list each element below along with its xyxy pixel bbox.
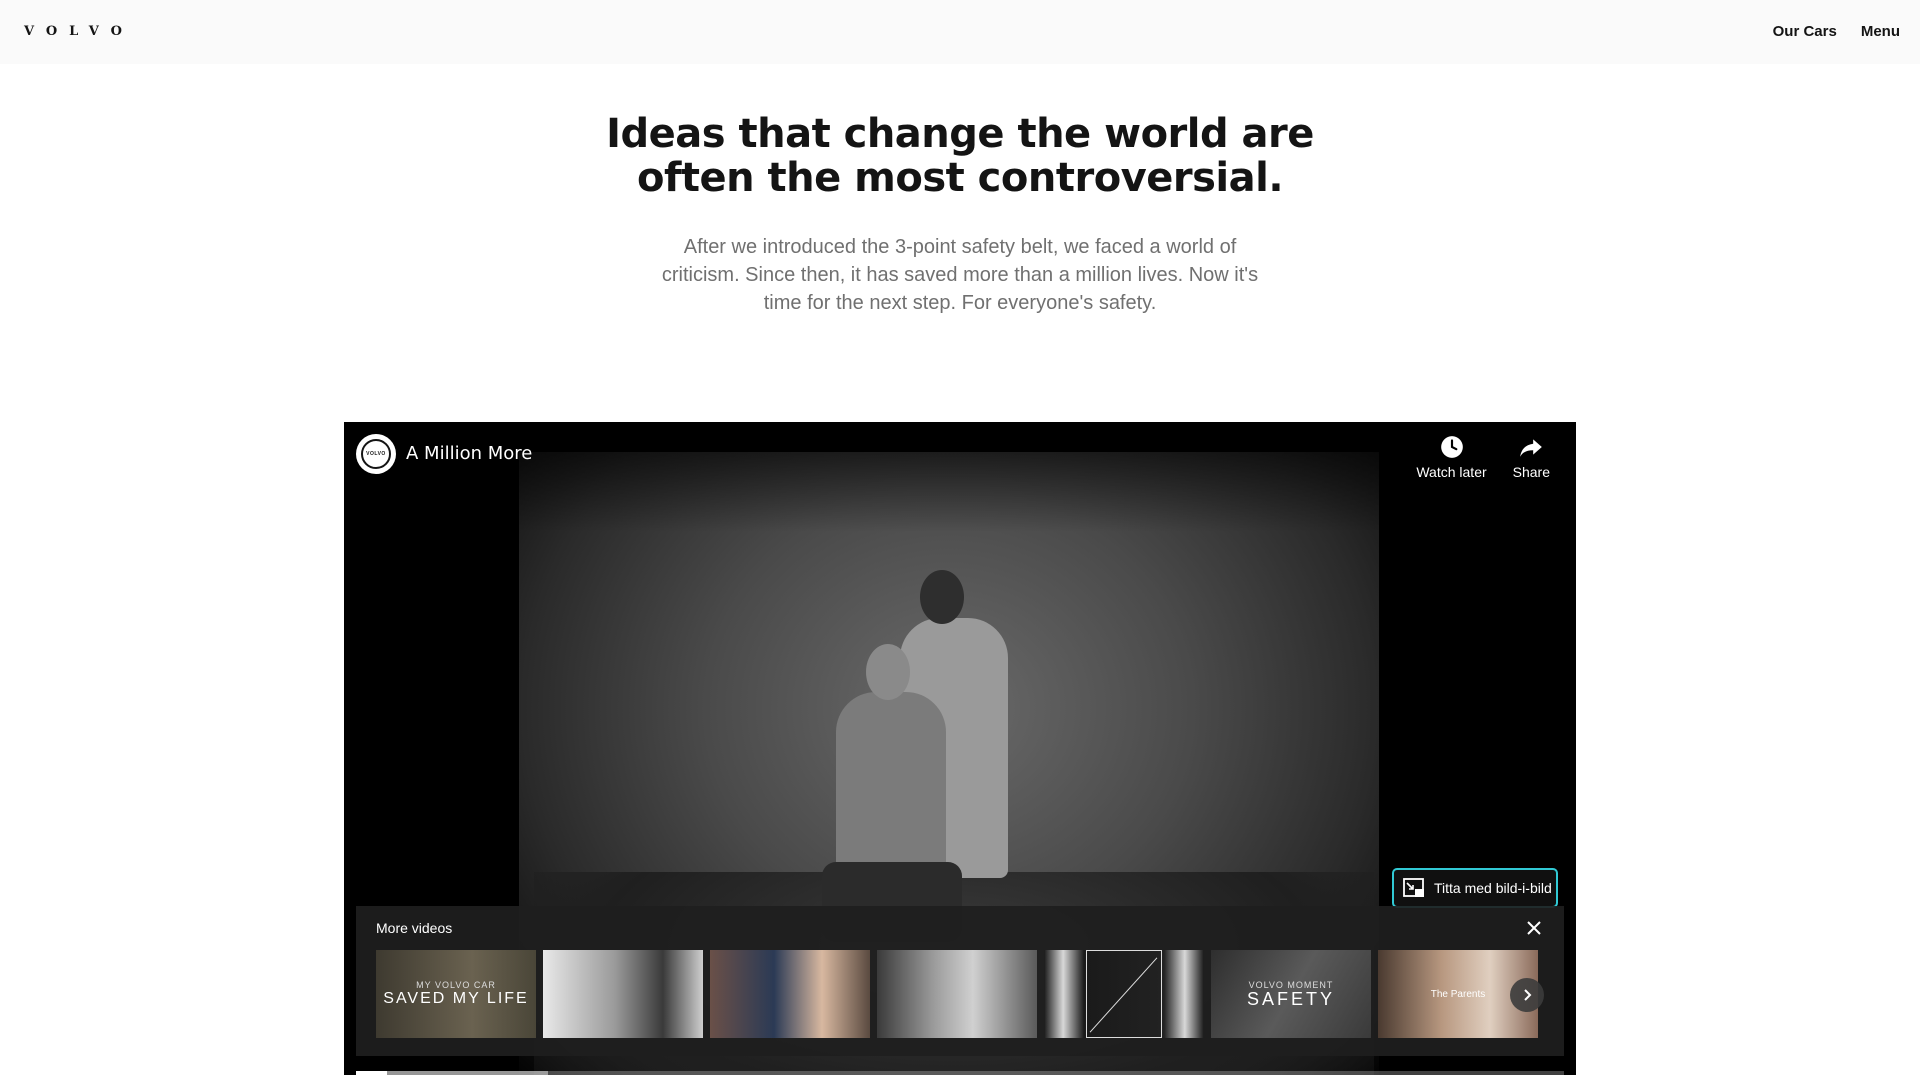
picture-in-picture-icon	[1403, 878, 1424, 897]
chevron-right-icon	[1524, 989, 1532, 1001]
thumbnail-graphic	[1086, 950, 1162, 1038]
video-thumbnail[interactable]	[877, 950, 1037, 1038]
hero-body-line-2: criticism. Since then, it has saved more…	[661, 264, 1259, 286]
watch-later-button[interactable]: Watch later	[1416, 434, 1487, 480]
more-videos-label: More videos	[376, 920, 453, 936]
hero-body: After we introduced the 3-point safety b…	[640, 233, 1280, 317]
video-title[interactable]: A Million More	[406, 443, 532, 464]
share-label: Share	[1512, 464, 1550, 480]
progress-played	[356, 1071, 388, 1075]
hero-body-line-3: time for the next step. For everyone's s…	[763, 292, 1157, 314]
more-videos-panel: More videos MY VOLVO CAR SAVED MY LIFE V…	[356, 906, 1564, 1056]
channel-avatar[interactable]: VOLVO	[356, 434, 396, 474]
hero-body-line-1: After we introduced the 3-point safety b…	[683, 236, 1237, 258]
video-person-seated-head	[866, 644, 910, 700]
video-thumbnail[interactable]: MY VOLVO CAR SAVED MY LIFE	[376, 950, 536, 1038]
video-person-standing-head	[920, 570, 964, 624]
video-thumbnail[interactable]: VOLVO MOMENT SAFETY	[1211, 950, 1371, 1038]
thumbnail-kicker: MY VOLVO CAR	[416, 980, 496, 990]
pip-label: Titta med bild-i-bild	[1434, 880, 1552, 896]
thumbnail-title: SAVED MY LIFE	[383, 990, 529, 1007]
site-header: VOLVO Our Cars Menu	[0, 0, 1920, 64]
more-videos-next-button[interactable]	[1510, 978, 1544, 1012]
video-thumbnail[interactable]	[710, 950, 870, 1038]
hero-title-line-1: Ideas that change the world are	[606, 111, 1314, 157]
volvo-logo[interactable]: VOLVO	[24, 24, 134, 39]
share-arrow-icon	[1520, 439, 1543, 457]
progress-bar[interactable]	[356, 1071, 1564, 1075]
nav-menu[interactable]: Menu	[1861, 23, 1900, 40]
hero-title: Ideas that change the world are often th…	[560, 112, 1360, 200]
nav-our-cars[interactable]: Our Cars	[1773, 23, 1837, 40]
channel-logo: VOLVO	[361, 439, 391, 469]
clock-icon	[1440, 436, 1463, 458]
video-player[interactable]: VOLVO A Million More Watch later Share T…	[344, 422, 1576, 1075]
player-top-actions: Watch later Share	[1416, 434, 1550, 480]
more-videos-list: MY VOLVO CAR SAVED MY LIFE VOLVO MOMENT …	[376, 950, 1538, 1038]
close-icon[interactable]	[1524, 918, 1544, 938]
picture-in-picture-button[interactable]: Titta med bild-i-bild	[1392, 868, 1558, 908]
share-button[interactable]: Share	[1513, 434, 1550, 480]
thumbnail-title: The Parents	[1430, 988, 1486, 1000]
video-thumbnail[interactable]	[543, 950, 703, 1038]
video-thumbnail[interactable]	[1044, 950, 1204, 1038]
main-nav: Our Cars Menu	[1773, 23, 1900, 40]
hero-title-line-2: often the most controversial.	[636, 155, 1284, 201]
top-gradient	[344, 422, 1576, 532]
watch-later-label: Watch later	[1416, 464, 1487, 480]
thumbnail-title: SAFETY	[1246, 989, 1335, 1009]
